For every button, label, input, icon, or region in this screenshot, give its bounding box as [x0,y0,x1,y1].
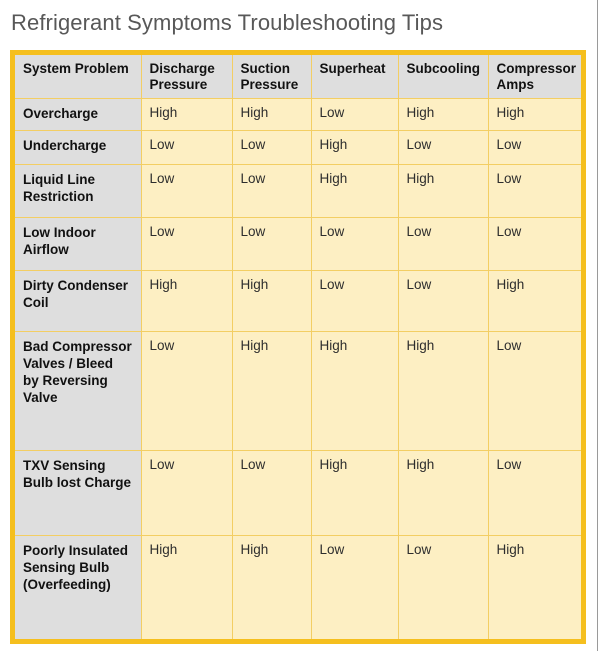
cell-subcooling: Low [398,535,489,639]
cell-discharge-pressure: High [141,535,233,639]
cell-subcooling: Low [398,270,489,333]
table-header: System Problem Discharge Pressure Suctio… [15,55,581,99]
row-header-problem: Undercharge [15,130,142,165]
column-header-discharge-pressure: Discharge Pressure [141,55,233,99]
cell-superheat: High [311,450,399,537]
cell-discharge-pressure: Low [141,331,233,452]
column-header-superheat: Superheat [311,55,399,99]
table-header-row: System Problem Discharge Pressure Suctio… [15,55,581,99]
column-header-suction-pressure: Suction Pressure [232,55,312,99]
column-header-system-problem: System Problem [15,55,142,99]
cell-subcooling: High [398,98,489,131]
cell-suction-pressure: Low [232,217,312,271]
table-row: Poorly Insulated Sensing Bulb (Overfeedi… [15,535,581,639]
cell-suction-pressure: High [232,98,312,131]
cell-discharge-pressure: High [141,98,233,131]
page-content-edge [597,0,598,651]
cell-compressor-amps: Low [488,130,581,165]
table-row: Dirty Condenser Coil High High Low Low H… [15,270,581,333]
row-header-problem: TXV Sensing Bulb lost Charge [15,450,142,537]
cell-compressor-amps: Low [488,450,581,537]
cell-compressor-amps: High [488,98,581,131]
row-header-problem: Overcharge [15,98,142,131]
row-header-problem: Liquid Line Restriction [15,164,142,218]
table-row: Liquid Line Restriction Low Low High Hig… [15,164,581,218]
cell-discharge-pressure: Low [141,164,233,218]
table-row: TXV Sensing Bulb lost Charge Low Low Hig… [15,450,581,537]
page-title: Refrigerant Symptoms Troubleshooting Tip… [11,10,444,35]
table-row: Low Indoor Airflow Low Low Low Low Low [15,217,581,271]
cell-compressor-amps: Low [488,164,581,218]
troubleshooting-table-frame: System Problem Discharge Pressure Suctio… [10,50,586,644]
cell-discharge-pressure: High [141,270,233,333]
row-header-problem: Low Indoor Airflow [15,217,142,271]
cell-superheat: Low [311,535,399,639]
cell-compressor-amps: High [488,270,581,333]
cell-discharge-pressure: Low [141,217,233,271]
row-header-problem: Dirty Condenser Coil [15,270,142,333]
cell-subcooling: High [398,450,489,537]
row-header-problem: Poorly Insulated Sensing Bulb (Overfeedi… [15,535,142,639]
cell-subcooling: High [398,164,489,218]
cell-suction-pressure: High [232,535,312,639]
cell-suction-pressure: High [232,331,312,452]
cell-superheat: Low [311,98,399,131]
refrigerant-symptoms-table: System Problem Discharge Pressure Suctio… [15,55,581,639]
cell-subcooling: High [398,331,489,452]
cell-subcooling: Low [398,130,489,165]
cell-compressor-amps: Low [488,217,581,271]
cell-superheat: High [311,130,399,165]
table-row: Undercharge Low Low High Low Low [15,130,581,165]
cell-suction-pressure: Low [232,450,312,537]
cell-compressor-amps: High [488,535,581,639]
column-header-compressor-amps: Compressor Amps [488,55,581,99]
table-row: Overcharge High High Low High High [15,98,581,131]
cell-suction-pressure: Low [232,130,312,165]
cell-superheat: High [311,331,399,452]
cell-subcooling: Low [398,217,489,271]
table-row: Bad Compressor Valves / Bleed by Reversi… [15,331,581,452]
table-body: Overcharge High High Low High High Under… [15,98,581,639]
cell-discharge-pressure: Low [141,130,233,165]
cell-compressor-amps: Low [488,331,581,452]
cell-superheat: Low [311,217,399,271]
cell-discharge-pressure: Low [141,450,233,537]
row-header-problem: Bad Compressor Valves / Bleed by Reversi… [15,331,142,452]
cell-superheat: Low [311,270,399,333]
cell-suction-pressure: Low [232,164,312,218]
column-header-subcooling: Subcooling [398,55,489,99]
cell-superheat: High [311,164,399,218]
cell-suction-pressure: High [232,270,312,333]
